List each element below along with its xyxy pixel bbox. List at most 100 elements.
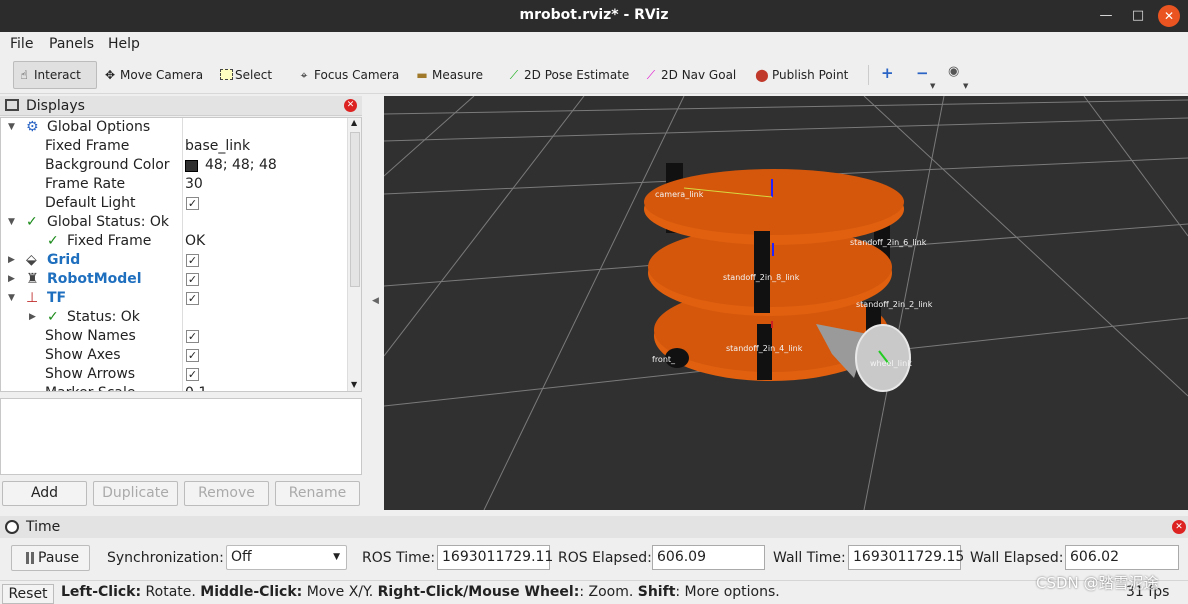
collapse-arrow-icon[interactable]: ▼ [8,118,15,137]
add-display-button[interactable]: Add [2,481,87,506]
collapse-arrow-icon[interactable]: ▼ [8,289,15,308]
focus-camera-tool-button[interactable]: ⌖ Focus Camera [296,63,400,87]
hint-more: : More options. [675,584,780,600]
tree-row-tf[interactable]: ▼ ⊥ TF ✓ [1,289,347,308]
publish-point-tool-button[interactable]: ⬤ Publish Point [754,63,848,87]
minimize-button[interactable]: — [1094,4,1118,28]
pose-estimate-tool-button[interactable]: ⟋ 2D Pose Estimate [506,63,630,87]
scroll-down-icon[interactable]: ▼ [351,380,357,389]
expand-arrow-icon[interactable]: ▶ [8,270,15,289]
window-title: mrobot.rviz* - RViz [519,7,669,23]
displays-close-icon[interactable]: ✕ [344,99,357,112]
tree-row-fixed-frame[interactable]: Fixed Frame base_link [1,137,347,156]
tool-bar: ☝ Interact ✥ Move Camera Select ⌖ Focus Cam… [0,56,1188,94]
tf-enable-checkbox[interactable]: ✓ [186,292,199,305]
menu-panels[interactable]: Panels [49,36,94,52]
tree-row-default-light[interactable]: Default Light ✓ [1,194,347,213]
interact-label: Interact [34,68,81,82]
measure-tool-button[interactable]: ▬ Measure [414,63,483,87]
nav-goal-tool-button[interactable]: ⟋ 2D Nav Goal [643,63,736,87]
show-arrows-checkbox[interactable]: ✓ [186,368,199,381]
scroll-up-icon[interactable]: ▲ [351,118,357,127]
wall-time-field[interactable]: 1693011729.15 [848,545,964,570]
select-tool-button[interactable]: Select [220,63,272,87]
robot-model-display-label: RobotModel [47,271,142,287]
tree-row-global-options[interactable]: ▼ ⚙ Global Options [1,118,347,137]
status-ok-check-icon: ✓ [47,233,59,249]
remove-display-button[interactable]: Remove [184,481,269,506]
remove-tool-dropdown-icon[interactable]: ▼ [930,82,935,90]
show-axes-checkbox[interactable]: ✓ [186,349,199,362]
tf-label-standoff-2: standoff_2in_2_link [856,300,933,309]
frame-rate-value[interactable]: 30 [185,175,203,194]
tree-row-global-status[interactable]: ▼ ✓ Global Status: Ok [1,213,347,232]
tree-row-grid[interactable]: ▶ ⬙ Grid ✓ [1,251,347,270]
tree-row-robot-model[interactable]: ▶ ♜ RobotModel ✓ [1,270,347,289]
status-ok-check-icon: ✓ [47,309,59,325]
tf-label-wheel: wheel_link [870,359,912,368]
reset-button[interactable]: Reset [2,584,54,604]
menu-help[interactable]: Help [108,36,140,52]
tree-row-fixed-frame-status[interactable]: ✓ Fixed Frame OK [1,232,347,251]
hint-zoom: : Zoom. [579,584,638,600]
frame-rate-label: Frame Rate [45,176,126,192]
monitor-icon [5,99,19,111]
tree-row-marker-scale[interactable]: Marker Scale 0.1 [1,384,347,391]
top-plate-top [644,169,904,235]
expand-arrow-icon[interactable]: ▶ [8,251,15,270]
remove-tool-minus-icon[interactable]: − [916,64,929,82]
hand-pointer-icon: ☝ [20,68,28,82]
tree-row-show-names[interactable]: Show Names ✓ [1,327,347,346]
marker-scale-label: Marker Scale [45,384,136,391]
robot-model-enable-checkbox[interactable]: ✓ [186,273,199,286]
interact-tool-button[interactable]: ☝ Interact [13,61,97,89]
tree-scrollbar[interactable]: ▲ ▼ [347,118,361,391]
collapse-arrow-icon[interactable]: ▼ [8,213,15,232]
scrollbar-thumb[interactable] [350,132,360,287]
tree-row-background-color[interactable]: Background Color 48; 48; 48 [1,156,347,175]
tf-label-standoff-8: standoff_2in_8_link [723,273,800,282]
tree-row-show-axes[interactable]: Show Axes ✓ [1,346,347,365]
tree-row-tf-status[interactable]: ▶ ✓ Status: Ok [1,308,347,327]
time-close-icon[interactable]: ✕ [1172,520,1186,534]
hint-move: Move X/Y. [302,584,378,600]
collapse-panel-arrow-icon[interactable]: ◀ [372,296,379,306]
show-names-checkbox[interactable]: ✓ [186,330,199,343]
close-button[interactable]: ✕ [1158,5,1180,27]
add-tool-plus-icon[interactable]: + [881,64,894,82]
view-eye-icon[interactable]: ◉ [948,64,959,79]
hint-middle-click: Middle-Click: [200,584,303,600]
wall-elapsed-field[interactable]: 606.02 [1065,545,1179,570]
tree-row-frame-rate[interactable]: Frame Rate 30 [1,175,347,194]
map-pin-icon: ⬤ [755,68,769,82]
expand-arrow-icon[interactable]: ▶ [29,308,36,327]
ros-time-field[interactable]: 1693011729.11 [437,545,553,570]
background-color-value[interactable]: 48; 48; 48 [205,156,277,175]
render-viewport[interactable]: camera_link standoff_2in_6_link standoff… [384,96,1188,510]
toolbar-separator [868,65,869,85]
pause-button[interactable]: Pause [11,545,90,571]
grid-enable-checkbox[interactable]: ✓ [186,254,199,267]
hint-right-click: Right-Click/Mouse Wheel: [377,584,580,600]
menu-bar: File Panels Help [0,32,1188,56]
property-description-box [0,398,362,475]
move-camera-tool-button[interactable]: ✥ Move Camera [102,63,203,87]
menu-file[interactable]: File [10,36,33,52]
tree-row-show-arrows[interactable]: Show Arrows ✓ [1,365,347,384]
marker-scale-value[interactable]: 0.1 [185,384,207,391]
maximize-button[interactable]: □ [1126,4,1150,28]
scene-canvas: camera_link standoff_2in_6_link standoff… [384,96,1188,510]
view-dropdown-icon[interactable]: ▼ [963,82,968,90]
ros-elapsed-field[interactable]: 606.09 [652,545,765,570]
fixed-frame-status-label: Fixed Frame [67,233,152,249]
drive-wheel [855,324,911,392]
background-color-swatch[interactable] [185,160,198,172]
sync-dropdown[interactable]: Off ▼ [226,545,347,570]
rename-display-button[interactable]: Rename [275,481,360,506]
fixed-frame-value[interactable]: base_link [185,137,250,156]
status-bar: Reset Left-Click: Rotate. Middle-Click: … [0,580,1188,604]
time-panel-header: Time ✕ [0,516,1188,538]
default-light-checkbox[interactable]: ✓ [186,197,199,210]
duplicate-display-button[interactable]: Duplicate [93,481,178,506]
watermark-text: CSDN @踏雪泥途 [1036,574,1159,592]
